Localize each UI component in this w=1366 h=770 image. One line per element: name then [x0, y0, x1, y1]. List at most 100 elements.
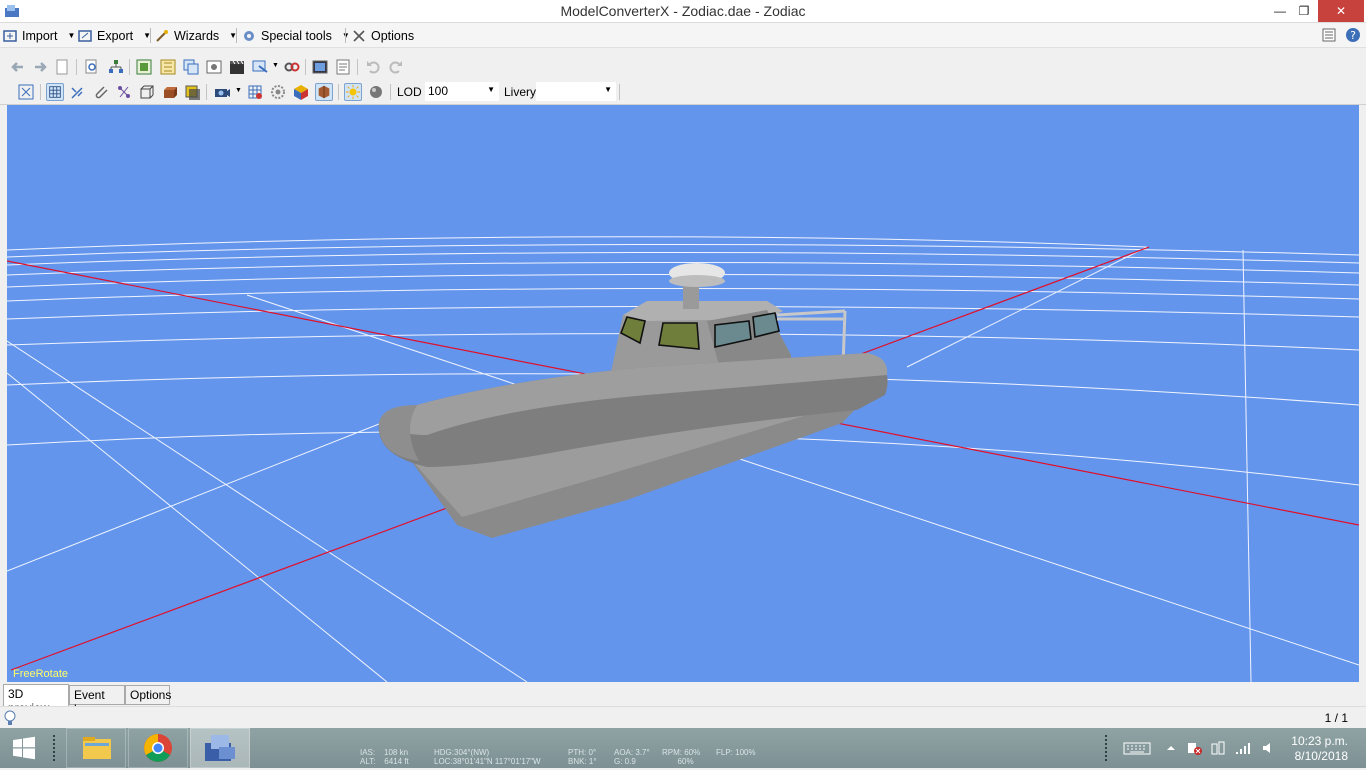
image-tool-icon[interactable]: [205, 58, 223, 76]
help-icon[interactable]: ?: [1345, 27, 1361, 43]
toolbar-separator: [40, 84, 41, 100]
back-arrow-icon[interactable]: [9, 58, 27, 76]
hud-heading-location: HDG:304°(NW) LOC:38°01'41"N 117°01'17"W: [434, 748, 541, 766]
hierarchy-icon[interactable]: [107, 58, 125, 76]
network-signal-icon[interactable]: [1234, 740, 1252, 756]
speaker-icon[interactable]: [1260, 740, 1278, 756]
texture-icon[interactable]: [159, 58, 177, 76]
wand-icon: [156, 29, 168, 42]
system-clock[interactable]: 10:23 p.m. 8/10/2018: [1291, 734, 1348, 764]
tab-3d-preview[interactable]: 3D preview: [3, 684, 69, 715]
hud-rpm: RPM: 60% 60%: [662, 748, 701, 766]
camera-mode-label: FreeRotate: [13, 668, 69, 680]
close-button[interactable]: ✕: [1318, 0, 1364, 22]
menu-export[interactable]: Export ▼: [78, 26, 151, 45]
chevron-down-icon: ▼: [604, 85, 612, 94]
grid-toggle-icon[interactable]: [46, 83, 64, 101]
wireframe-box-icon[interactable]: [138, 83, 156, 101]
tools-icon: [353, 29, 365, 42]
menu-special-tools-label: Special tools: [261, 28, 332, 43]
notes-icon[interactable]: [1322, 28, 1336, 42]
bones-icon[interactable]: [115, 83, 133, 101]
3d-viewport[interactable]: FreeRotate: [7, 105, 1359, 682]
normals-icon[interactable]: [69, 83, 87, 101]
gear-icon: [244, 30, 254, 41]
view-tabs: 3D preview Event log Options: [0, 684, 1366, 716]
menu-import[interactable]: Import ▼: [3, 26, 75, 45]
livery-label: Livery: [504, 85, 537, 99]
menu-wizards[interactable]: Wizards ▼: [155, 26, 237, 45]
lod-label: LOD: [397, 85, 422, 99]
texture-preview-icon[interactable]: [315, 83, 333, 101]
scene-render: [7, 236, 1359, 682]
hud-airspeed-altitude: IAS: 108 kn ALT: 6414 ft: [360, 748, 409, 766]
menu-import-label: Import: [22, 28, 58, 43]
lightbulb-icon[interactable]: [4, 710, 16, 726]
menu-separator: [236, 28, 237, 43]
chevron-down-icon[interactable]: ▼: [272, 62, 279, 69]
attach-icon[interactable]: [92, 83, 110, 101]
power-icon[interactable]: [1210, 740, 1228, 756]
chevron-down-icon: ▼: [67, 31, 76, 40]
svg-text:?: ?: [1350, 29, 1356, 42]
taskbar-grip: [1104, 734, 1108, 762]
taskbar-modelconverterx[interactable]: [190, 728, 250, 768]
windows-start-icon[interactable]: [0, 728, 48, 768]
material-editor-icon[interactable]: [135, 58, 153, 76]
page-icon[interactable]: [53, 58, 71, 76]
color-cube-icon[interactable]: [292, 83, 310, 101]
chevron-down-icon: ▼: [487, 85, 495, 94]
windows-taskbar: IAS: 108 kn ALT: 6414 ft HDG:304°(NW) LO…: [0, 728, 1366, 768]
taskbar-file-explorer[interactable]: [66, 728, 126, 768]
hud-pitch-bank: PTH: 0° BNK: 1°: [568, 748, 597, 766]
export-icon: [78, 29, 92, 42]
undo-icon[interactable]: [364, 58, 382, 76]
lod-dropdown[interactable]: 100 ▼: [425, 82, 499, 101]
copy-objects-icon[interactable]: [182, 58, 200, 76]
livery-dropdown[interactable]: ▼: [536, 82, 616, 101]
screenshot-icon[interactable]: [311, 58, 329, 76]
taskbar-grip: [52, 734, 56, 762]
chevron-down-icon[interactable]: ▼: [235, 87, 242, 94]
animation-clapper-icon[interactable]: [228, 58, 246, 76]
zoom-page-icon[interactable]: [83, 58, 101, 76]
forward-arrow-icon[interactable]: [31, 58, 49, 76]
sun-lighting-icon[interactable]: [344, 83, 362, 101]
solid-box-icon[interactable]: [183, 83, 201, 101]
menu-wizards-label: Wizards: [174, 28, 220, 43]
zoom-extents-icon[interactable]: [17, 83, 35, 101]
environment-sphere-icon[interactable]: [367, 83, 385, 101]
action-center-icon[interactable]: [1186, 740, 1204, 756]
redo-icon[interactable]: [387, 58, 405, 76]
modelconverterx-icon: [205, 735, 235, 761]
lights-grid-icon[interactable]: [246, 83, 264, 101]
window-title: ModelConverterX - Zodiac.dae - Zodiac: [560, 3, 806, 19]
export-view-icon[interactable]: [251, 58, 269, 76]
toolbar-separator: [619, 84, 620, 100]
menu-special-tools[interactable]: Special tools▼: [242, 26, 350, 45]
chrome-icon: [144, 734, 172, 762]
hud-aoa-g: AOA: 3.7° G: 0.9: [614, 748, 650, 766]
page-counter: 1 / 1: [1324, 711, 1348, 725]
toolbar-separator: [76, 59, 77, 75]
view-toolbar: ▼ LOD 100 ▼ Livery ▼: [0, 79, 1366, 105]
camera-icon[interactable]: [213, 83, 231, 101]
toolbar-separator: [206, 84, 207, 100]
tab-event-log[interactable]: Event log: [69, 685, 125, 716]
gear-settings-icon[interactable]: [269, 83, 287, 101]
textured-box-icon[interactable]: [161, 83, 179, 101]
taskbar-chrome[interactable]: [128, 728, 188, 768]
report-icon[interactable]: [334, 58, 352, 76]
main-toolbar: ▼: [0, 54, 1366, 80]
restore-button[interactable]: ❐: [1290, 0, 1318, 22]
chevron-up-icon[interactable]: [1162, 740, 1180, 756]
menu-options[interactable]: Options: [352, 26, 414, 45]
folder-icon: [83, 737, 111, 759]
link-nodes-icon[interactable]: [283, 58, 301, 76]
toolbar-separator: [338, 84, 339, 100]
hud-flaps: FLP: 100%: [716, 748, 756, 757]
tab-options[interactable]: Options: [125, 685, 171, 705]
menu-separator: [345, 28, 346, 43]
keyboard-icon[interactable]: [1123, 740, 1151, 756]
boat-model: [378, 263, 888, 538]
